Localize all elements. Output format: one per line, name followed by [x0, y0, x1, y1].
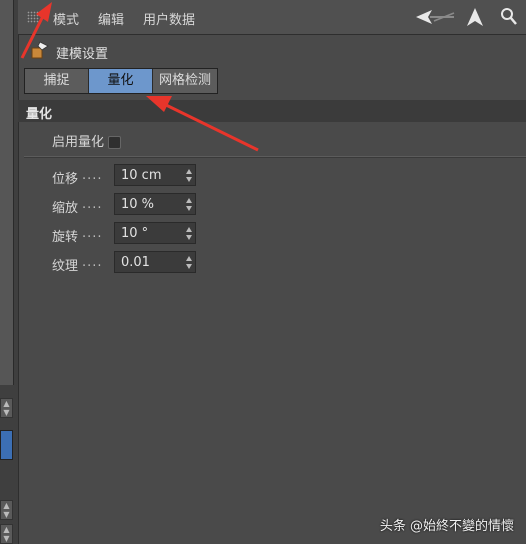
- enable-quantize-row: 启用量化: [52, 131, 122, 150]
- adjacent-panel-strip: ▲ ▼ ▲ ▼ ▲ ▼: [0, 0, 19, 544]
- field-label: 纹理: [52, 259, 79, 274]
- spinner-icon[interactable]: [186, 227, 192, 240]
- search-icon[interactable]: [500, 7, 518, 27]
- field-dots: ....: [82, 168, 103, 183]
- field-label: 缩放: [52, 201, 79, 216]
- move-step-input[interactable]: 10 cm: [114, 164, 196, 186]
- menu-bar: 模式 编辑 用户数据: [18, 0, 526, 35]
- object-title-row: 建模设置: [18, 36, 526, 64]
- up-arrow-icon[interactable]: [466, 7, 484, 27]
- grip-icon[interactable]: [27, 11, 39, 23]
- field-value: 10 %: [121, 197, 155, 212]
- field-dots: ....: [82, 226, 103, 241]
- field-value: 10 cm: [121, 168, 162, 183]
- section-title: 量化: [26, 107, 53, 122]
- modeling-settings-icon: [31, 41, 49, 59]
- divider: [24, 156, 526, 158]
- field-label: 位移: [52, 172, 79, 187]
- section-header: 量化: [18, 100, 526, 122]
- field-dots: ....: [82, 255, 103, 270]
- field-label: 旋转: [52, 230, 79, 245]
- spinner-icon[interactable]: [186, 198, 192, 211]
- spinner-icon[interactable]: [186, 256, 192, 269]
- adjacent-spinner[interactable]: ▲ ▼: [0, 500, 13, 520]
- field-value: 10 °: [121, 226, 149, 241]
- adjacent-thumbnail[interactable]: [0, 430, 13, 460]
- adjacent-spinner[interactable]: ▲ ▼: [0, 398, 13, 418]
- field-dots: ....: [82, 197, 103, 212]
- menu-mode[interactable]: 模式: [53, 9, 79, 28]
- tab-mesh-check[interactable]: 网格检测: [153, 69, 217, 93]
- texture-step-input[interactable]: 0.01: [114, 251, 196, 273]
- spinner-icon[interactable]: [186, 169, 192, 182]
- rotate-step-input[interactable]: 10 °: [114, 222, 196, 244]
- object-title: 建模设置: [56, 47, 109, 62]
- field-value: 0.01: [121, 255, 150, 270]
- scale-step-input[interactable]: 10 %: [114, 193, 196, 215]
- enable-quantize-checkbox[interactable]: [108, 136, 122, 149]
- enable-quantize-label: 启用量化: [52, 135, 105, 150]
- tab-bar: 捕捉 量化 网格检测: [24, 68, 218, 94]
- tab-snap[interactable]: 捕捉: [25, 69, 89, 93]
- adjacent-panel-area: [0, 0, 14, 385]
- tab-quantize[interactable]: 量化: [89, 69, 153, 93]
- watermark: 头条 @始終不變的情懷: [379, 519, 514, 534]
- adjacent-spinner[interactable]: ▲ ▼: [0, 524, 13, 544]
- menu-user-data[interactable]: 用户数据: [143, 9, 195, 28]
- menu-edit[interactable]: 编辑: [98, 9, 124, 28]
- back-arrow-icon[interactable]: [414, 7, 456, 27]
